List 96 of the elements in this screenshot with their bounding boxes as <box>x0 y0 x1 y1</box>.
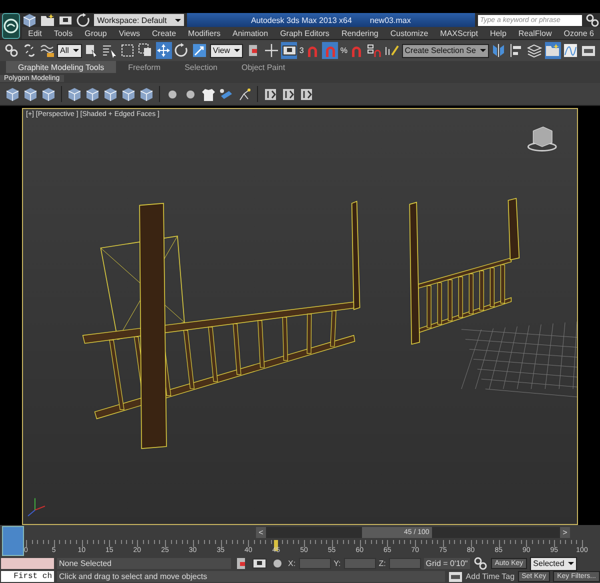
crossing-rect-button[interactable] <box>138 42 154 59</box>
next-frame-button[interactable]: > <box>560 527 570 538</box>
cube-icon[interactable] <box>139 86 154 102</box>
viewport-toggle-button[interactable] <box>2 526 24 556</box>
ribbon-tab[interactable]: Selection <box>172 61 230 73</box>
cursor-box-icon <box>84 43 100 58</box>
curve-graph-button[interactable] <box>562 42 579 59</box>
cube-icon[interactable] <box>85 86 100 102</box>
application-button[interactable] <box>2 13 20 39</box>
mirror-button[interactable] <box>490 42 507 59</box>
menu-item[interactable]: Tools <box>48 28 79 38</box>
prompt-text: Click and drag to select and move objects <box>57 571 445 582</box>
add-time-tag-label[interactable]: Add Time Tag <box>466 572 515 581</box>
film-strip-icon[interactable] <box>299 86 314 102</box>
menu-item[interactable]: Animation <box>226 28 274 38</box>
chain-link-button[interactable] <box>3 42 19 59</box>
previous-frame-button[interactable]: < <box>256 527 266 538</box>
toolbar-dropdown[interactable]: View <box>210 44 244 58</box>
menu-item[interactable]: MAXScript <box>434 28 484 38</box>
grid-size: Grid = 0'10" <box>424 558 470 569</box>
snap-toggle[interactable]: 3 <box>299 42 320 59</box>
scale-box-icon <box>192 43 208 58</box>
chain-link-icon[interactable] <box>472 556 488 571</box>
chain-link-icon <box>4 43 18 58</box>
mirror-icon <box>491 43 506 58</box>
menu-item[interactable]: Help <box>484 28 512 38</box>
film-strip-icon[interactable] <box>281 86 296 102</box>
ribbon-tab[interactable]: Graphite Modeling Tools <box>6 61 116 73</box>
layers-icon <box>527 43 542 58</box>
cross-axis-icon <box>264 43 279 58</box>
cube-icon[interactable] <box>121 86 136 102</box>
toolbar-dropdown[interactable]: All <box>57 44 82 58</box>
rotate-arrow-icon <box>174 43 190 58</box>
current-frame-marker <box>274 540 278 551</box>
folder-icon <box>545 43 560 58</box>
snap-toggle[interactable] <box>322 42 338 59</box>
menu-item[interactable]: Ozone 6 <box>558 28 600 38</box>
ribbon-tab[interactable]: Object Paint <box>230 61 298 73</box>
menu-item[interactable]: Views <box>112 28 146 38</box>
dashed-rect-button[interactable] <box>120 42 136 59</box>
cube-icon[interactable] <box>22 12 38 28</box>
file-name: new03.max <box>370 16 411 24</box>
layers-button[interactable] <box>526 42 543 59</box>
cursor-box-button[interactable] <box>84 42 100 59</box>
app-title: Autodesk 3ds Max 2013 x64 <box>250 16 352 24</box>
menu-item[interactable]: Graph Editors <box>274 28 336 38</box>
film-strip-icon[interactable] <box>263 86 278 102</box>
cube-icon[interactable] <box>23 86 38 102</box>
cube-icon[interactable] <box>103 86 118 102</box>
nodes-icon[interactable] <box>237 86 252 102</box>
x-label: X: <box>288 559 296 568</box>
move-arrows-icon <box>156 43 172 58</box>
wave-button[interactable] <box>39 42 55 59</box>
pencil-sets-icon <box>384 43 400 58</box>
z-field[interactable] <box>388 558 421 569</box>
shirt-icon[interactable] <box>201 86 216 102</box>
menu-item[interactable]: Modifiers <box>182 28 226 38</box>
broken-link-icon <box>22 43 36 58</box>
cube-icon[interactable] <box>41 86 56 102</box>
list-cursor-icon <box>102 43 118 58</box>
x-field[interactable] <box>298 558 331 569</box>
chain-link-icon[interactable] <box>585 12 600 28</box>
move-arrows-button[interactable] <box>156 42 172 59</box>
y-field[interactable] <box>344 558 376 569</box>
rotate-arrow-icon[interactable] <box>76 12 92 28</box>
scale-box-button[interactable] <box>192 42 208 59</box>
view-cube-icon[interactable] <box>527 126 557 152</box>
folder-icon[interactable] <box>40 12 56 28</box>
menu-item[interactable]: Group <box>78 28 113 38</box>
cube-icon[interactable] <box>5 86 20 102</box>
cross-axis-button[interactable] <box>263 42 280 59</box>
z-label: Z: <box>378 559 386 568</box>
curve-graph-icon <box>563 43 578 58</box>
menu-item[interactable]: RealFlow <box>512 28 558 38</box>
wave-icon <box>40 43 54 58</box>
menu-item[interactable]: Customize <box>384 28 434 38</box>
ribbon-tab[interactable]: Freeform <box>116 61 173 73</box>
spinner-snap-icon <box>366 43 382 58</box>
maxscript-field[interactable]: First ch <box>1 571 54 582</box>
menu-item[interactable]: Rendering <box>335 28 384 38</box>
crossing-rect-icon <box>138 43 154 58</box>
key-mode-dropdown[interactable]: Selected <box>530 556 578 570</box>
folder-button[interactable] <box>544 42 561 59</box>
cube-icon[interactable] <box>67 86 82 102</box>
workspace-dropdown[interactable]: Workspace: Default <box>94 14 184 26</box>
dashed-rect-icon <box>120 43 136 58</box>
menu-item[interactable]: Create <box>146 28 182 38</box>
y-label: Y: <box>334 559 341 568</box>
axis-tripod-icon <box>27 498 46 517</box>
selection-status: None Selected <box>57 558 231 569</box>
maxscript-output-field[interactable] <box>1 558 54 569</box>
snap-toggle[interactable]: % <box>340 42 364 59</box>
toolbar-dropdown[interactable]: Create Selection Se <box>402 44 489 58</box>
spinner-snap-button[interactable] <box>366 42 382 59</box>
rotate-arrow-button[interactable] <box>174 42 190 59</box>
menu-item[interactable]: Edit <box>22 28 48 38</box>
